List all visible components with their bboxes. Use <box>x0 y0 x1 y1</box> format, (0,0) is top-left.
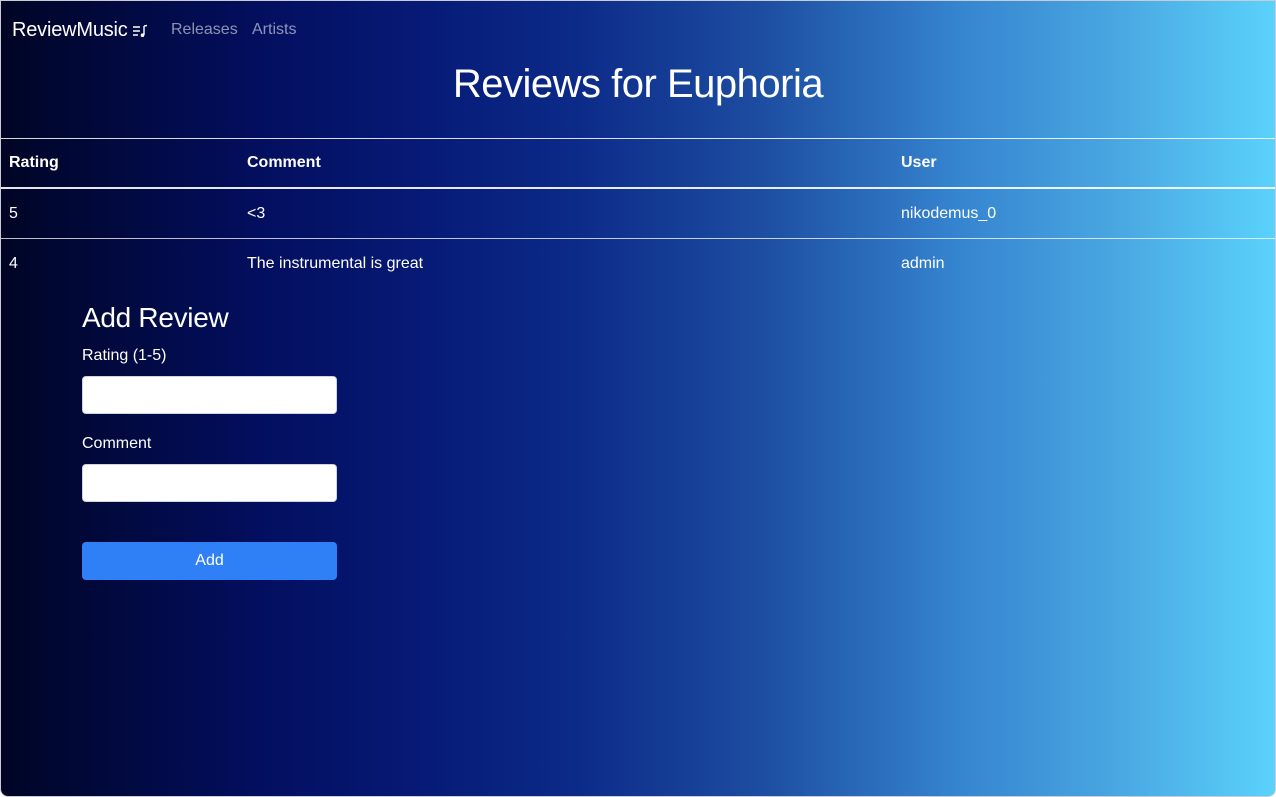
add-review-form: Add Review Rating (1-5) Comment Add <box>82 301 337 580</box>
brand-link[interactable]: ReviewMusic <box>12 18 148 42</box>
music-playlist-icon <box>132 22 148 38</box>
rating-label: Rating (1-5) <box>82 347 167 364</box>
column-header-rating: Rating <box>1 138 239 189</box>
table-header-row: Rating Comment User <box>1 138 1275 189</box>
review-comment: The instrumental is great <box>247 254 424 272</box>
add-button[interactable]: Add <box>82 542 337 580</box>
review-rating: 5 <box>1 188 239 239</box>
column-header-user: User <box>893 138 1275 189</box>
navbar: ReviewMusic Releases Artists <box>1 1 1275 59</box>
add-review-title: Add Review <box>82 302 229 333</box>
nav-link-releases[interactable]: Releases <box>171 20 238 40</box>
column-header-comment: Comment <box>239 138 893 189</box>
table-row: 4 The instrumental is great admin <box>1 239 1275 289</box>
rating-input[interactable] <box>82 376 337 414</box>
brand-name: ReviewMusic <box>12 19 128 41</box>
app-window: ReviewMusic Releases Artists Reviews for… <box>0 0 1276 797</box>
review-user: nikodemus_0 <box>893 188 1275 239</box>
comment-input[interactable] <box>82 464 337 502</box>
comment-label: Comment <box>82 435 152 452</box>
review-rating: 4 <box>9 254 18 272</box>
page-title: Reviews for Euphoria <box>452 62 824 106</box>
review-user: admin <box>901 254 945 272</box>
nav-link-artists[interactable]: Artists <box>252 20 296 40</box>
reviews-table: Rating Comment User 5 <3 nikodemus_0 4 T… <box>1 138 1275 289</box>
review-comment: <3 <box>239 188 893 239</box>
table-row: 5 <3 nikodemus_0 <box>1 188 1275 239</box>
